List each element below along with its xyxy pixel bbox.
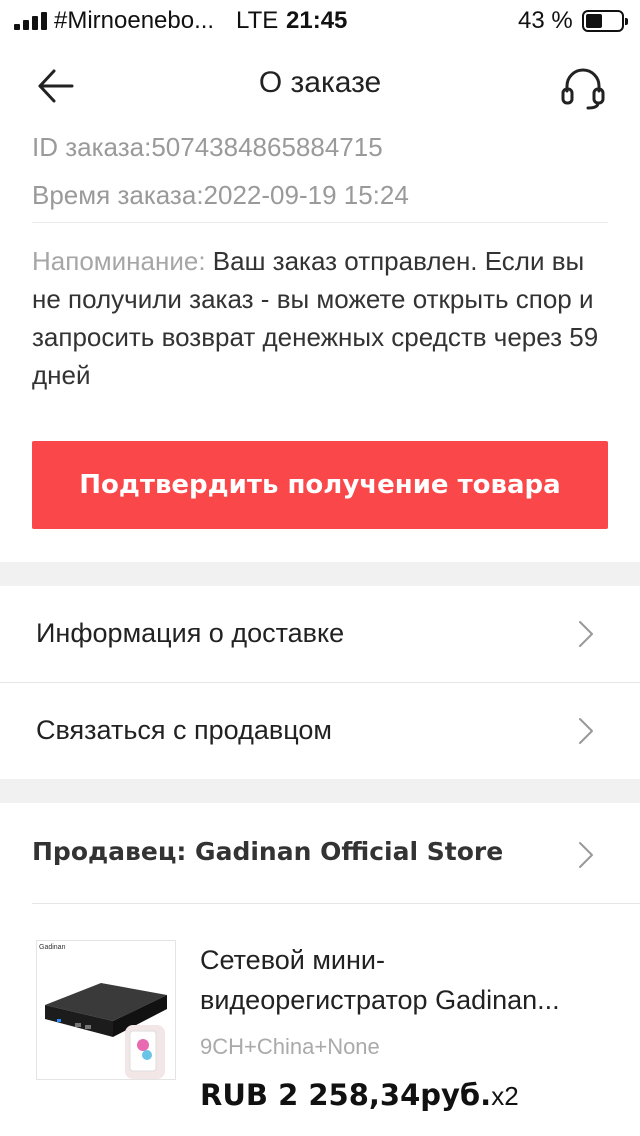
network-type: LTE: [236, 7, 279, 34]
status-bar: #Mirnoenebo... LTE 21:45 43 %: [0, 0, 640, 42]
contact-seller-label: Связаться с продавцом: [36, 715, 332, 745]
section-gap: [0, 562, 640, 586]
price-value: RUB 2 258,34руб.: [200, 1078, 492, 1112]
delivery-info-row[interactable]: Информация о доставке: [0, 586, 640, 682]
app-header: О заказе: [0, 52, 640, 118]
signal-icon: [14, 12, 48, 30]
chevron-right-icon: [579, 621, 593, 647]
support-button[interactable]: [558, 64, 608, 112]
seller-row[interactable]: Продавец: Gadinan Official Store: [0, 803, 640, 903]
chevron-right-icon: [579, 842, 593, 868]
product-variant: 9CH+China+None: [200, 1034, 380, 1059]
divider: [32, 903, 640, 904]
product-image[interactable]: Gadinan: [36, 940, 176, 1080]
divider: [32, 222, 608, 223]
status-time: 21:45: [286, 7, 348, 34]
brand-logo: Gadinan: [39, 944, 66, 951]
delivery-info-label: Информация о доставке: [36, 618, 345, 648]
product-title[interactable]: Сетевой мини-видеорегистратор Gadinan...: [200, 940, 600, 1020]
confirm-receipt-button[interactable]: Подтвердить получение товара: [32, 441, 608, 529]
order-time: Время заказа:2022-09-19 15:24: [32, 180, 409, 210]
order-reminder: Напоминание: Ваш заказ отправлен. Если в…: [32, 242, 612, 394]
chevron-right-icon: [579, 718, 593, 744]
carrier-name: #Mirnoenebo...: [54, 7, 215, 34]
dvr-device-image: Gadinan: [39, 944, 167, 1079]
battery-icon: [582, 10, 628, 32]
seller-name: Продавец: Gadinan Official Store: [32, 837, 504, 866]
battery-percent: 43 %: [518, 7, 573, 34]
reminder-label: Напоминание:: [32, 246, 206, 276]
page-title: О заказе: [258, 66, 382, 99]
product-price: RUB 2 258,34руб.x2: [200, 1078, 519, 1112]
headset-icon: [561, 68, 605, 110]
product-quantity: x2: [491, 1081, 519, 1111]
contact-seller-row[interactable]: Связаться с продавцом: [0, 683, 640, 779]
order-id: ID заказа:5074384865884715: [32, 132, 383, 162]
section-gap: [0, 779, 640, 803]
